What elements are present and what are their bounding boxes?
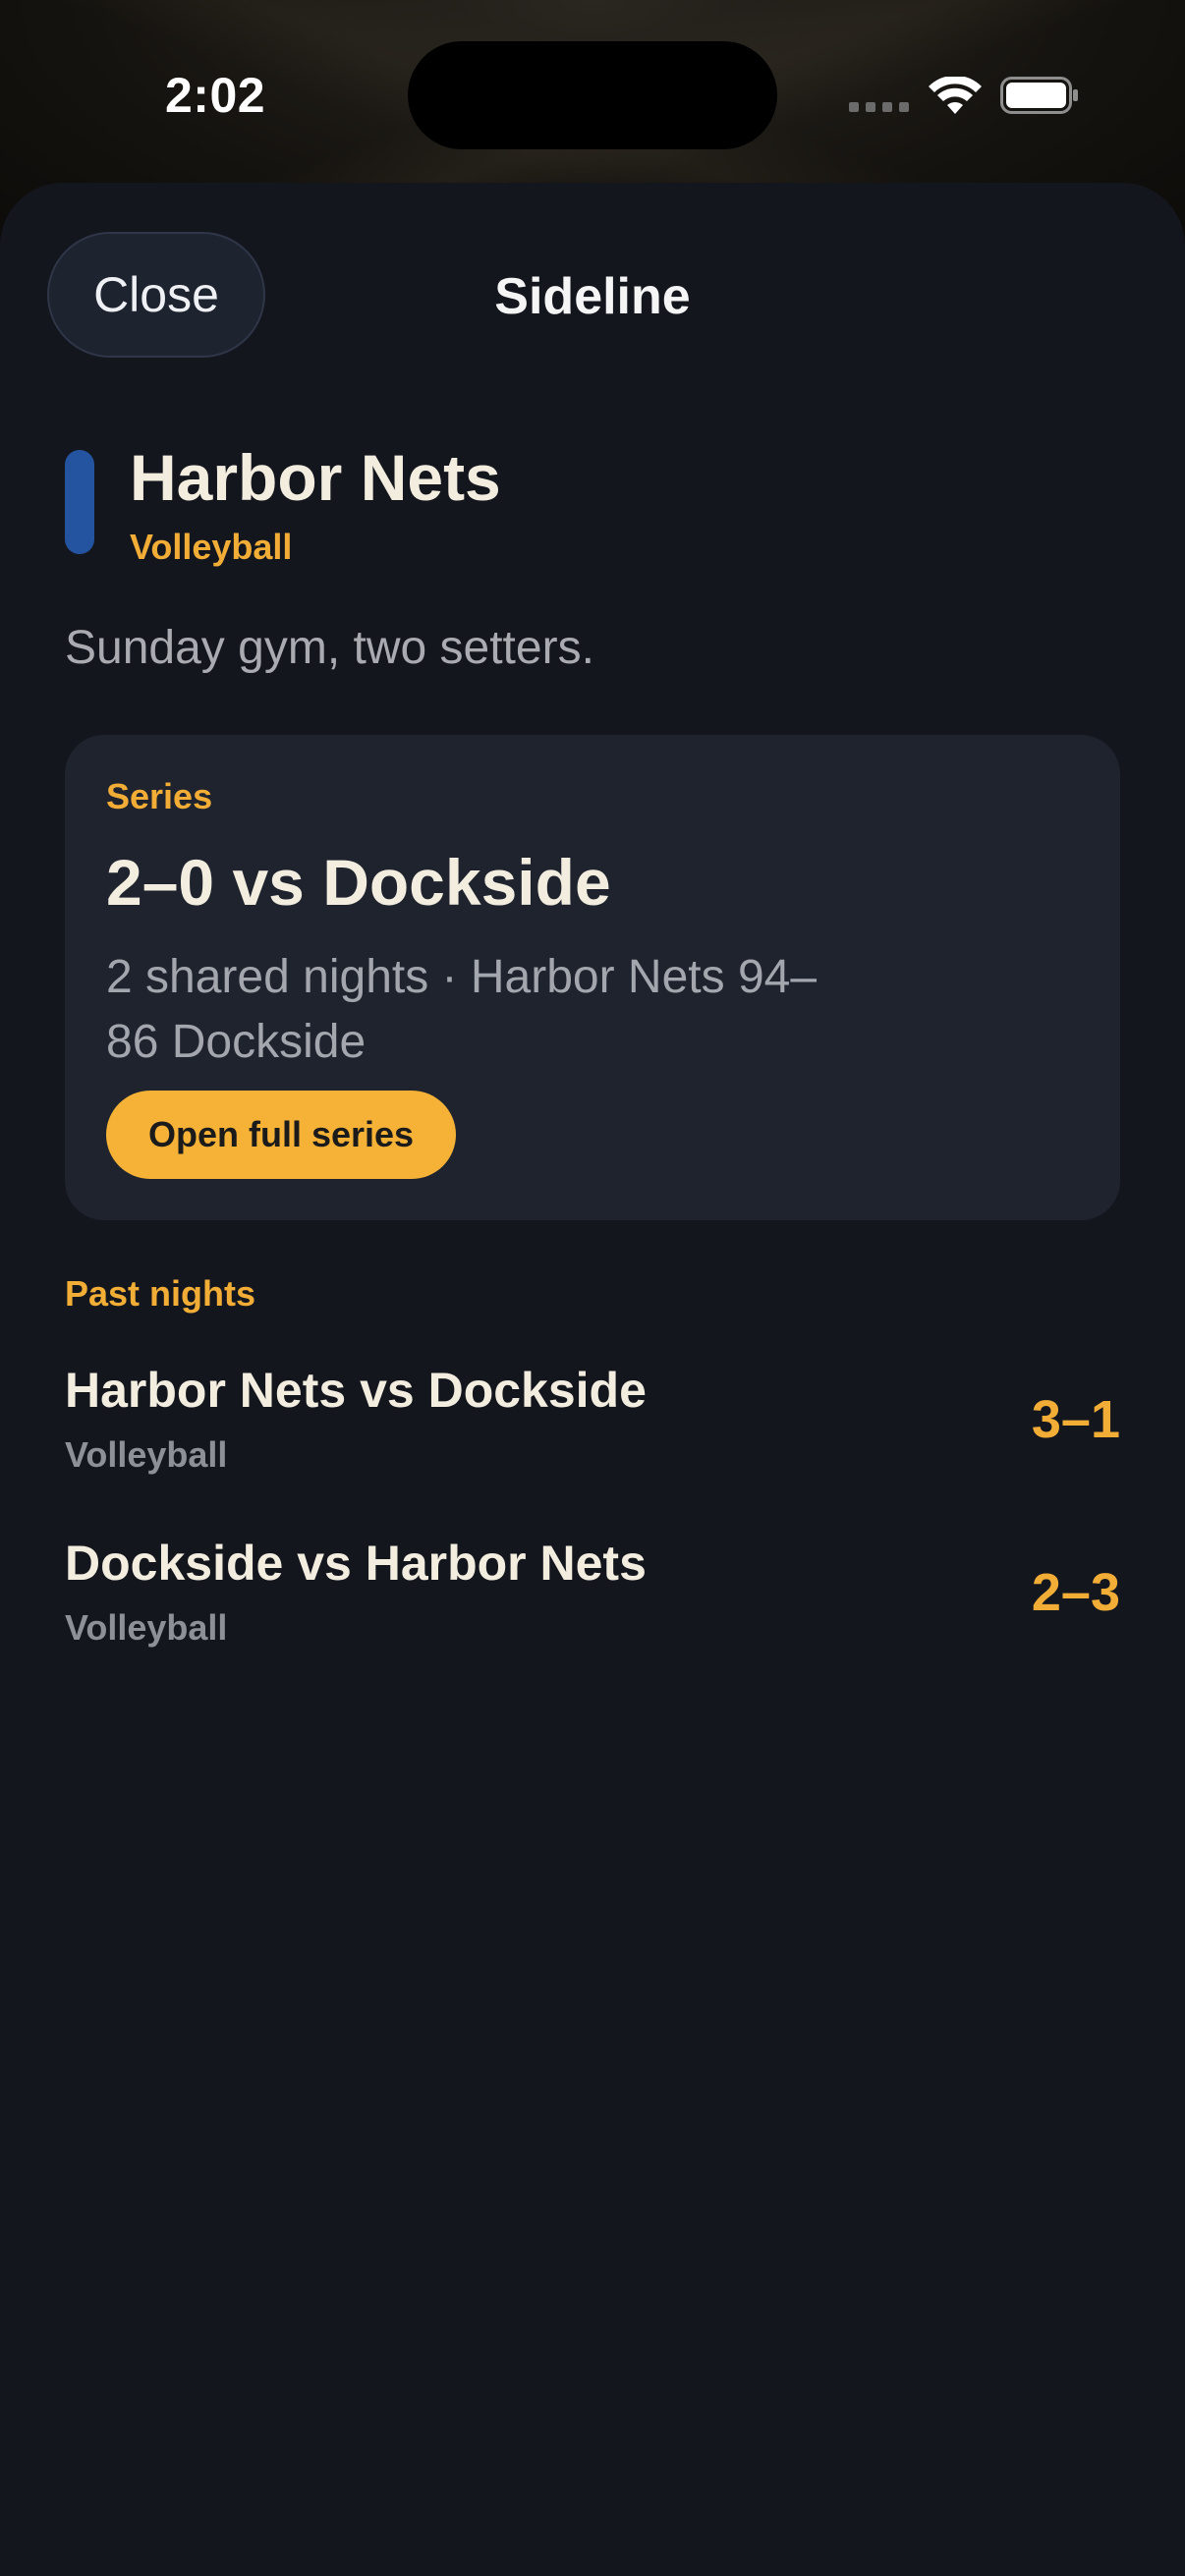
wifi-icon	[929, 77, 982, 114]
past-night-title: Harbor Nets vs Dockside	[65, 1363, 647, 1418]
past-nights-label: Past nights	[65, 1273, 256, 1314]
battery-icon	[1000, 77, 1078, 114]
open-full-series-button[interactable]: Open full series	[106, 1091, 456, 1179]
past-night-row[interactable]: Harbor Nets vs Dockside Volleyball 3–1	[65, 1362, 1120, 1489]
series-headline: 2–0 vs Dockside	[106, 846, 611, 919]
past-night-title: Dockside vs Harbor Nets	[65, 1536, 647, 1591]
past-night-row[interactable]: Dockside vs Harbor Nets Volleyball 2–3	[65, 1535, 1120, 1662]
series-detail: 2 shared nights · Harbor Nets 94–86 Dock…	[106, 951, 818, 1068]
team-detail-sheet: Close Sideline Harbor Nets Volleyball Su…	[0, 183, 1185, 2576]
past-night-score: 2–3	[1031, 1563, 1120, 1622]
team-description: Sunday gym, two setters.	[65, 622, 594, 674]
team-sport: Volleyball	[130, 527, 293, 567]
team-name: Harbor Nets	[130, 441, 501, 514]
dynamic-island	[408, 41, 777, 149]
status-bar: 2:02	[0, 0, 1185, 187]
series-card: Series 2–0 vs Dockside 2 shared nights ·…	[65, 735, 1120, 1220]
team-color-bar	[65, 450, 94, 554]
past-night-sport: Volleyball	[65, 1607, 228, 1648]
past-night-sport: Volleyball	[65, 1434, 228, 1475]
screen: 2:02 Close Sideline Harbor Nets Volleyba…	[0, 0, 1185, 2576]
status-time: 2:02	[165, 68, 266, 123]
past-night-score: 3–1	[1031, 1390, 1120, 1449]
cellular-signal-icon	[849, 102, 909, 112]
series-eyebrow: Series	[106, 776, 213, 816]
sheet-title: Sideline	[494, 268, 691, 325]
